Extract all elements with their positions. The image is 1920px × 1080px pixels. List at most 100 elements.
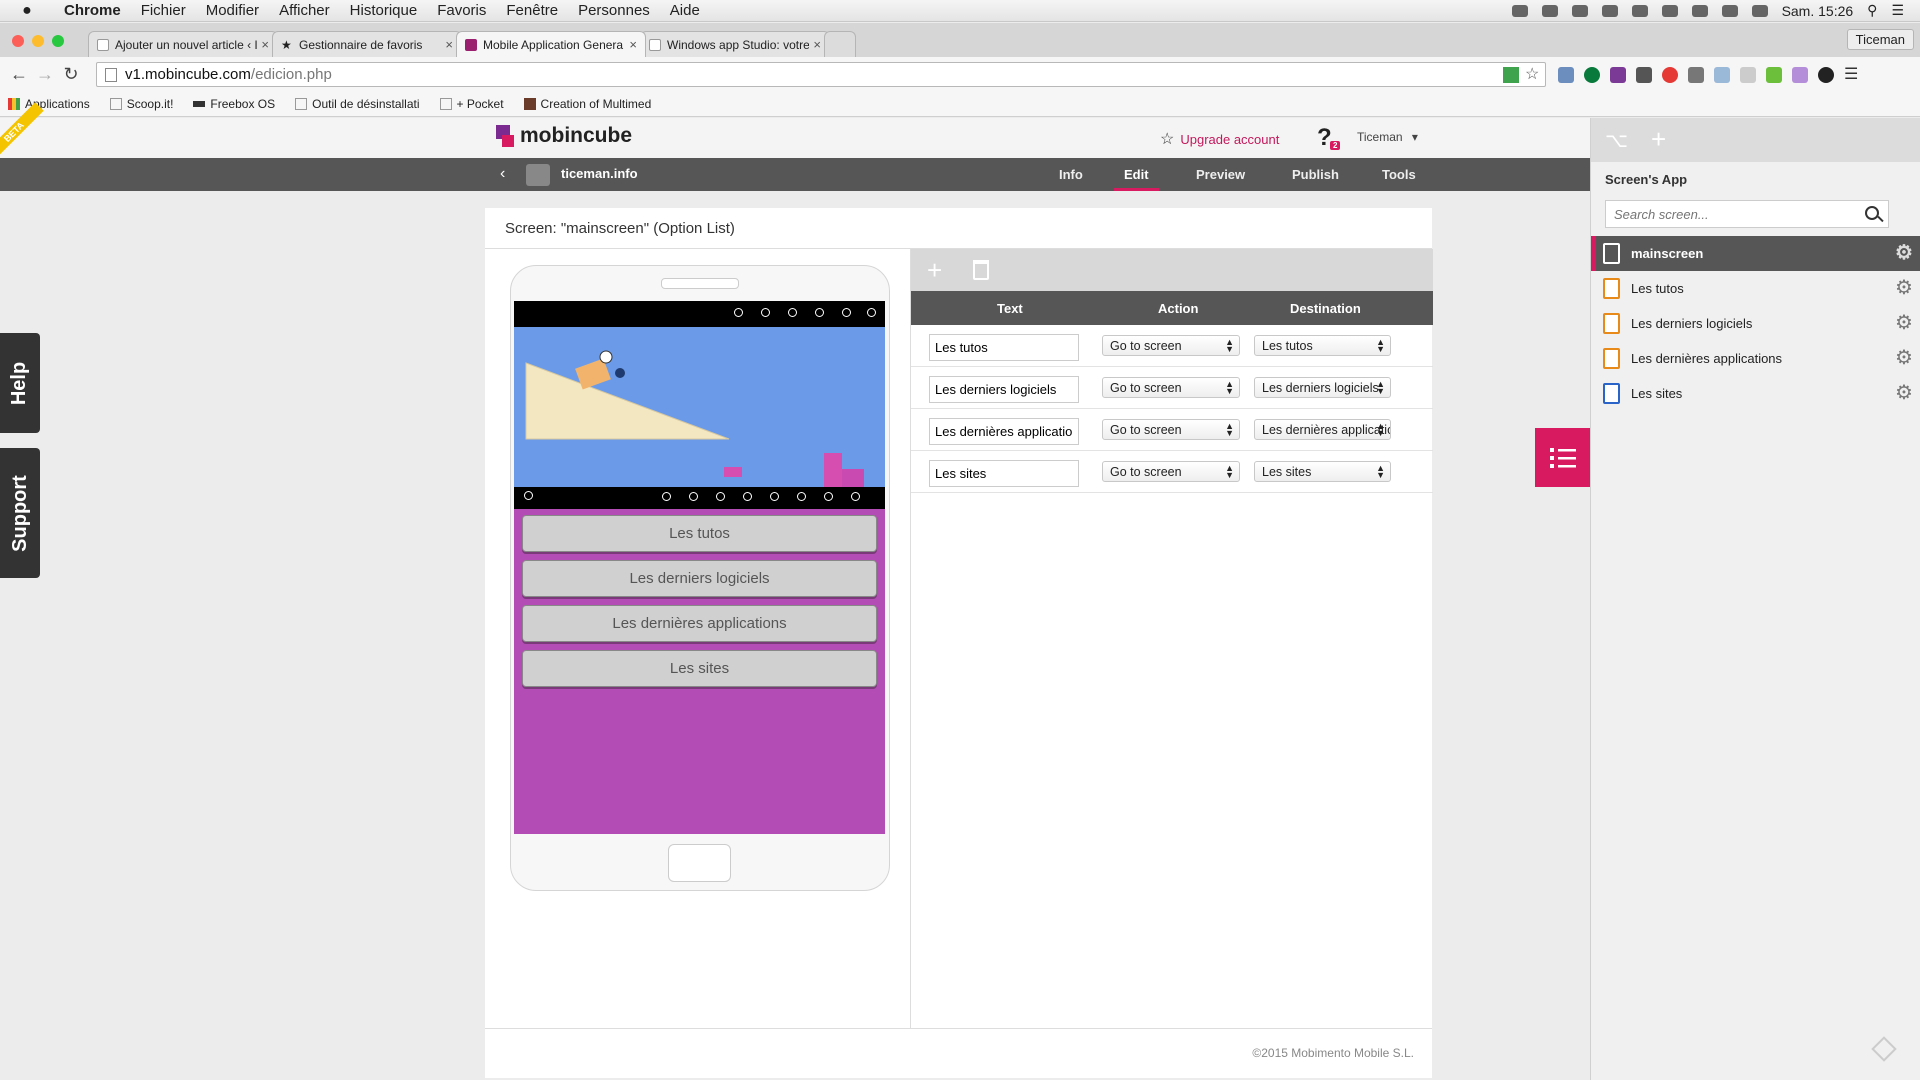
- browser-tab[interactable]: ★ Gestionnaire de favoris ×: [272, 31, 462, 57]
- menu-icon[interactable]: ☰: [1844, 66, 1860, 83]
- minimize-window-button[interactable]: [32, 35, 44, 47]
- forward-arrow-icon[interactable]: →: [34, 64, 56, 85]
- menu-personnes[interactable]: Personnes: [568, 2, 660, 19]
- action-select[interactable]: Go to screen ▲ ▼: [1102, 461, 1240, 482]
- evernote-icon[interactable]: [1584, 66, 1600, 83]
- screen-item-les-tutos[interactable]: Les tutos ⚙: [1591, 271, 1920, 306]
- extension-icon[interactable]: [1662, 66, 1678, 83]
- screen-item-mainscreen[interactable]: mainscreen ⚙: [1591, 236, 1920, 271]
- option-text-field[interactable]: [929, 376, 1079, 403]
- extension-icon[interactable]: [1766, 66, 1782, 83]
- browser-tab[interactable]: Ajouter un nouvel article ‹ I ×: [88, 31, 278, 57]
- camera-icon[interactable]: [1714, 66, 1730, 83]
- preview-option-button[interactable]: Les tutos: [522, 515, 877, 552]
- help-question-icon[interactable]: ? 2: [1317, 124, 1341, 152]
- tab-edit[interactable]: Edit: [1114, 158, 1159, 191]
- extension-icon[interactable]: [1818, 66, 1834, 83]
- tab-publish[interactable]: Publish: [1282, 158, 1349, 191]
- menu-fichier[interactable]: Fichier: [131, 2, 196, 19]
- tab-tools[interactable]: Tools: [1372, 158, 1426, 191]
- apple-icon[interactable]: ●: [0, 2, 54, 20]
- trash-icon[interactable]: [973, 260, 989, 280]
- close-tab-icon[interactable]: ×: [261, 37, 269, 52]
- reload-icon[interactable]: ↻: [60, 64, 82, 85]
- wifi-icon[interactable]: [1721, 4, 1738, 17]
- menu-fenetre[interactable]: Fenêtre: [496, 2, 568, 19]
- tab-info[interactable]: Info: [1049, 158, 1093, 191]
- destination-select[interactable]: Les tutos ▲ ▼: [1254, 335, 1391, 356]
- pen-icon[interactable]: [1792, 66, 1808, 83]
- menu-chrome[interactable]: Chrome: [54, 2, 131, 19]
- bookmark-item[interactable]: Creation of Multimed: [523, 97, 651, 111]
- action-select[interactable]: Go to screen ▲ ▼: [1102, 419, 1240, 440]
- translate-icon[interactable]: [1503, 67, 1519, 83]
- notification-icon[interactable]: [1601, 4, 1618, 17]
- bookmark-star-icon[interactable]: ☆: [1525, 67, 1541, 83]
- spotlight-icon[interactable]: ⚲: [1867, 2, 1877, 19]
- option-text-field[interactable]: [929, 418, 1079, 445]
- option-text-field[interactable]: [929, 460, 1079, 487]
- user-menu[interactable]: Ticeman ▾: [1357, 130, 1418, 144]
- menu-favoris[interactable]: Favoris: [427, 2, 496, 19]
- menu-afficher[interactable]: Afficher: [269, 2, 340, 19]
- gear-icon[interactable]: ⚙: [1895, 243, 1913, 263]
- browser-tab[interactable]: Windows app Studio: votre ×: [640, 31, 830, 57]
- extension-icon[interactable]: [1558, 66, 1574, 83]
- bookmark-item[interactable]: Scoop.it!: [109, 97, 173, 111]
- menu-historique[interactable]: Historique: [340, 2, 428, 19]
- airplay-icon[interactable]: [1631, 4, 1648, 17]
- extension-icon[interactable]: [1688, 66, 1704, 83]
- gear-icon[interactable]: ⚙: [1895, 348, 1913, 368]
- search-screen-input[interactable]: [1605, 200, 1889, 228]
- close-tab-icon[interactable]: ×: [445, 37, 453, 52]
- new-tab-button[interactable]: [824, 31, 856, 57]
- browser-tab-active[interactable]: Mobile Application Genera ×: [456, 31, 646, 57]
- cloud-icon[interactable]: [1571, 4, 1588, 17]
- tab-preview[interactable]: Preview: [1186, 158, 1255, 191]
- preview-option-button[interactable]: Les sites: [522, 650, 877, 687]
- close-tab-icon[interactable]: ×: [813, 37, 821, 52]
- extension-icon[interactable]: [1636, 66, 1652, 83]
- chevron-left-icon[interactable]: ‹: [500, 165, 505, 183]
- bookmark-item[interactable]: + Pocket: [439, 97, 504, 111]
- dropbox-icon[interactable]: [1511, 4, 1528, 17]
- help-tab[interactable]: Help: [0, 333, 40, 433]
- destination-select[interactable]: Les derniers logiciels ▲ ▼: [1254, 377, 1391, 398]
- bookmark-item[interactable]: Freebox OS: [193, 97, 275, 111]
- eject-icon[interactable]: [1661, 4, 1678, 17]
- close-tab-icon[interactable]: ×: [629, 37, 637, 52]
- action-select[interactable]: Go to screen ▲ ▼: [1102, 335, 1240, 356]
- gear-icon[interactable]: ⚙: [1895, 383, 1913, 403]
- creative-cloud-icon[interactable]: [1541, 4, 1558, 17]
- bookmark-item[interactable]: Applications: [8, 97, 90, 111]
- notification-center-icon[interactable]: ☰: [1891, 2, 1904, 19]
- time-machine-icon[interactable]: [1691, 4, 1708, 17]
- action-select[interactable]: Go to screen ▲ ▼: [1102, 377, 1240, 398]
- gear-icon[interactable]: ⚙: [1895, 313, 1913, 333]
- search-icon[interactable]: [1865, 206, 1879, 220]
- close-window-button[interactable]: [12, 35, 24, 47]
- gear-icon[interactable]: ⚙: [1895, 278, 1913, 298]
- screen-item-les-dernieres-applications[interactable]: Les dernières applications ⚙: [1591, 341, 1920, 376]
- mobincube-logo[interactable]: mobincube: [496, 124, 632, 148]
- onenote-icon[interactable]: [1610, 66, 1626, 83]
- profile-button[interactable]: Ticeman: [1846, 29, 1914, 50]
- back-arrow-icon[interactable]: ←: [8, 64, 30, 85]
- screen-item-les-derniers-logiciels[interactable]: Les derniers logiciels ⚙: [1591, 306, 1920, 341]
- extension-icon[interactable]: [1740, 66, 1756, 83]
- support-tab[interactable]: Support: [0, 448, 40, 578]
- menu-modifier[interactable]: Modifier: [196, 2, 269, 19]
- preview-option-button[interactable]: Les dernières applications: [522, 605, 877, 642]
- screen-list-toggle-button[interactable]: [1535, 428, 1590, 487]
- preview-option-button[interactable]: Les derniers logiciels: [522, 560, 877, 597]
- tree-view-icon[interactable]: ⌥: [1605, 128, 1628, 152]
- screen-item-les-sites[interactable]: Les sites ⚙: [1591, 376, 1920, 411]
- add-screen-icon[interactable]: +: [1651, 124, 1666, 155]
- menu-aide[interactable]: Aide: [660, 2, 710, 19]
- zoom-window-button[interactable]: [52, 35, 64, 47]
- upgrade-account-link[interactable]: ☆ Upgrade account: [1160, 129, 1279, 149]
- option-text-field[interactable]: [929, 334, 1079, 361]
- destination-select[interactable]: Les sites ▲ ▼: [1254, 461, 1391, 482]
- address-bar[interactable]: v1.mobincube.com /edicion.php ☆: [96, 62, 1546, 87]
- clock[interactable]: Sam. 15:26: [1782, 3, 1854, 19]
